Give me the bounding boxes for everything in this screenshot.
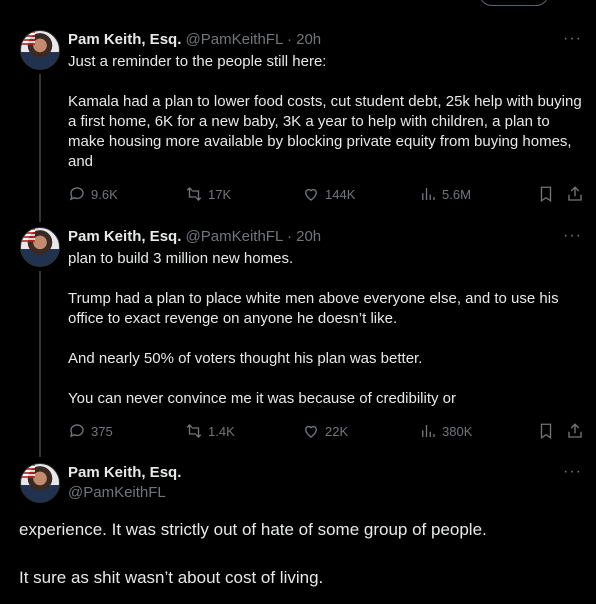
share-icon (568, 186, 582, 201)
repost-icon (186, 424, 202, 438)
share-button[interactable] (566, 185, 584, 203)
tweet-actions: 375 1.4K 22K 380K (0, 422, 596, 442)
bookmark-button[interactable] (537, 185, 555, 203)
avatar[interactable] (20, 463, 60, 503)
tweet-paragraph: experience. It was strictly out of hate … (19, 520, 487, 539)
repost-button[interactable]: 1.4K (185, 422, 235, 440)
tweet-text: experience. It was strictly out of hate … (19, 518, 589, 590)
bookmark-button[interactable] (537, 422, 555, 440)
bookmark-icon (540, 186, 552, 203)
reply-icon (69, 187, 84, 201)
reply-icon (69, 424, 84, 438)
tweet-paragraph: It sure as shit wasn’t about cost of liv… (19, 568, 324, 587)
views-button[interactable]: 5.6M (419, 185, 471, 203)
views-button[interactable]: 380K (419, 422, 472, 440)
like-button[interactable]: 22K (302, 422, 348, 440)
tweet-paragraph: plan to build 3 million new homes. (68, 250, 294, 267)
tweet-header: Pam Keith, Esq. @PamKeithFL (68, 463, 181, 503)
views-count: 5.6M (442, 186, 471, 202)
tweet-paragraph: And nearly 50% of voters thought his pla… (68, 350, 423, 367)
like-count: 144K (325, 186, 356, 202)
tweet-header: Pam Keith, Esq. @PamKeithFL · 20h (68, 227, 321, 247)
tweet-paragraph: You can never convince me it was because… (68, 390, 456, 407)
share-button[interactable] (566, 422, 584, 440)
views-count: 380K (442, 423, 473, 439)
repost-count: 1.4K (208, 423, 235, 439)
views-icon (422, 425, 435, 437)
follow-button-edge[interactable] (479, 0, 549, 6)
author-name[interactable]: Pam Keith, Esq. (68, 463, 181, 483)
like-button[interactable]: 144K (302, 185, 355, 203)
heart-icon (305, 425, 317, 438)
author-name[interactable]: Pam Keith, Esq. (68, 228, 181, 245)
tweet-paragraph: Kamala had a plan to lower food costs, c… (68, 93, 582, 170)
like-count: 22K (325, 423, 349, 439)
timestamp[interactable]: · 20h (287, 228, 321, 245)
views-icon (422, 188, 435, 200)
more-options-icon[interactable]: ··· (563, 463, 582, 481)
tweet-paragraph: Trump had a plan to place white men abov… (68, 290, 559, 327)
reply-count: 375 (91, 423, 113, 439)
repost-icon (186, 187, 202, 201)
heart-icon (305, 188, 317, 201)
author-handle[interactable]: @PamKeithFL (68, 483, 181, 503)
more-options-icon[interactable]: ··· (563, 227, 582, 245)
avatar[interactable] (20, 227, 60, 267)
avatar[interactable] (20, 30, 60, 70)
repost-button[interactable]: 17K (185, 185, 231, 203)
author-name[interactable]: Pam Keith, Esq. (68, 31, 181, 48)
tweet-actions: 9.6K 17K 144K 5.6M (0, 185, 596, 205)
reply-count: 9.6K (91, 186, 118, 202)
timestamp[interactable]: · 20h (287, 31, 321, 48)
more-options-icon[interactable]: ··· (563, 30, 582, 48)
author-handle[interactable]: @PamKeithFL (186, 228, 283, 245)
author-handle[interactable]: @PamKeithFL (186, 31, 283, 48)
reply-button[interactable]: 375 (68, 422, 113, 440)
share-icon (568, 423, 582, 438)
tweet-header: Pam Keith, Esq. @PamKeithFL · 20h (68, 30, 321, 50)
tweet-text: Just a reminder to the people still here… (68, 52, 588, 172)
bookmark-icon (540, 423, 552, 440)
tweet-paragraph: Just a reminder to the people still here… (68, 53, 327, 70)
repost-count: 17K (208, 186, 232, 202)
tweet-text: plan to build 3 million new homes. Trump… (68, 249, 588, 409)
reply-button[interactable]: 9.6K (68, 185, 118, 203)
